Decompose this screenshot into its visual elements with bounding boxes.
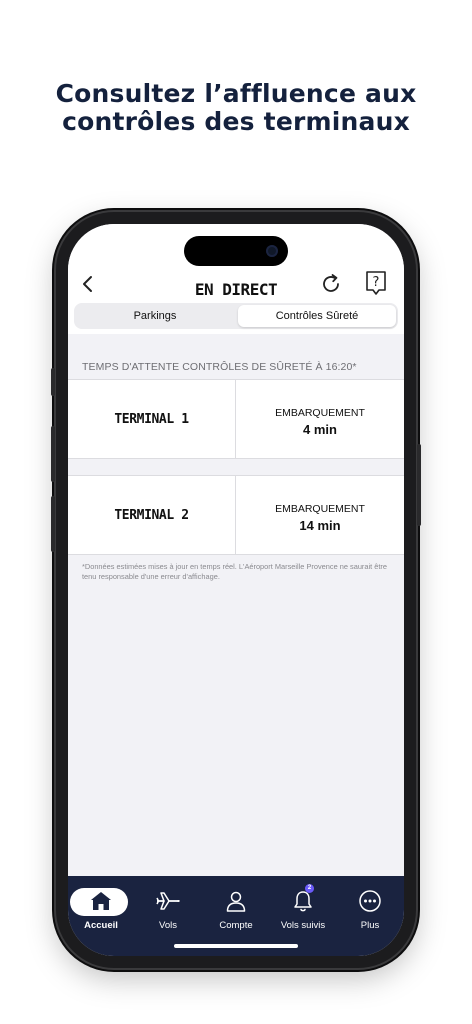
wait-time-block: EMBARQUEMENT 4 min [236,380,404,458]
wait-label: EMBARQUEMENT [275,407,365,419]
notification-badge: 2 [305,884,314,893]
tab-parkings[interactable]: Parkings [76,305,234,327]
home-indicator[interactable] [174,944,298,948]
segmented-control: Parkings Contrôles Sûreté [74,303,398,329]
wait-value: 14 min [299,518,341,533]
tab-label: Compte [219,920,253,931]
tab-compte[interactable]: Compte [206,886,266,931]
camera-icon [266,245,278,257]
terminal-name: TERMINAL 2 [114,507,189,523]
help-bubble-icon: ? [366,271,386,295]
phone-volume-up-button [51,426,55,482]
wait-time-block: EMBARQUEMENT 14 min [236,476,404,554]
phone-power-button [417,444,421,526]
headline: Consultez l’affluence aux contrôles des … [0,80,472,136]
help-button[interactable]: ? [362,268,390,298]
phone-action-button [51,368,55,396]
terminal-card-2: TERMINAL 2 EMBARQUEMENT 14 min [68,475,404,555]
headline-line-1: Consultez l’affluence aux [55,79,417,108]
home-icon [91,892,111,910]
refresh-button[interactable] [318,270,346,298]
help-glyph: ? [373,275,380,290]
tab-label: Vols suivis [280,920,326,931]
tab-plus[interactable]: Plus [340,886,400,931]
tab-label: Vols [159,920,177,931]
wait-label: EMBARQUEMENT [275,503,365,515]
refresh-icon [323,274,339,292]
terminal-name: TERMINAL 1 [114,411,189,427]
headline-line-2: contrôles des terminaux [62,107,410,136]
tab-vols-suivis[interactable]: 2 Vols suivis [273,884,333,931]
tab-accueil[interactable]: Accueil [70,886,130,931]
tab-vols[interactable]: Vols [138,886,198,931]
tab-label: Plus [360,920,380,931]
plane-icon [156,892,180,910]
more-icon [359,890,381,912]
tab-label: Accueil [84,920,118,931]
tab-controles-surete[interactable]: Contrôles Sûreté [238,305,396,327]
phone-screen: EN DIRECT ? Parkings Contrôles Sûreté TE… [68,224,404,956]
wait-value: 4 min [303,422,337,437]
page-title: EN DIRECT [194,280,278,299]
section-label: TEMPS D'ATTENTE CONTRÔLES DE SÛRETÉ À 16… [82,361,357,373]
user-icon [226,891,246,912]
disclaimer-footnote: *Données estimées mises à jour en temps … [82,562,387,581]
dynamic-island [184,236,288,266]
terminal-card-1: TERMINAL 1 EMBARQUEMENT 4 min [68,379,404,459]
phone-volume-down-button [51,496,55,552]
